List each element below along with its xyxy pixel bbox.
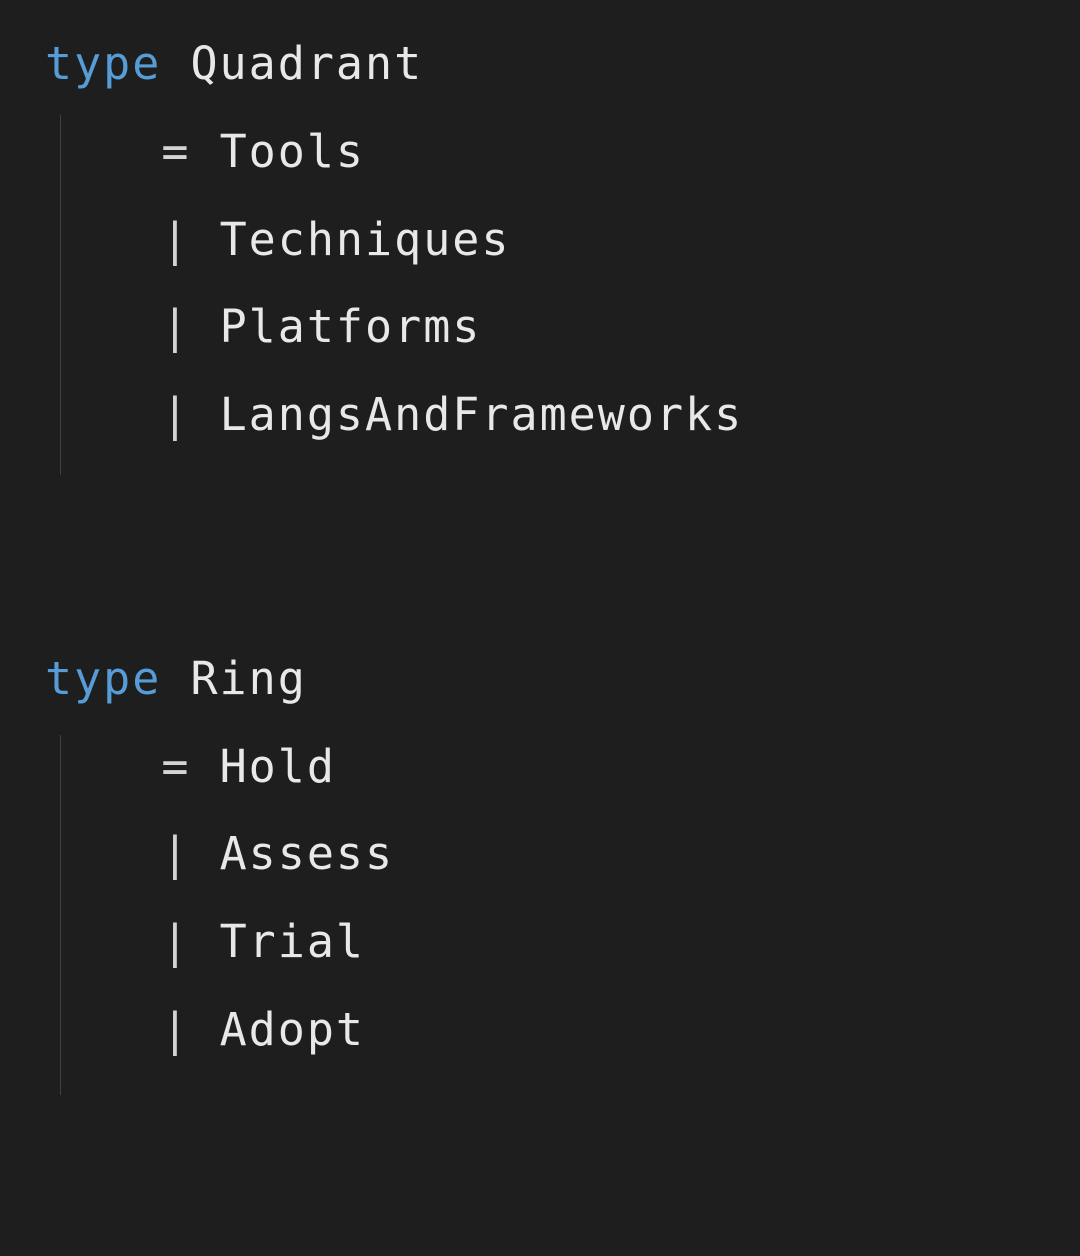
constructor-trial: Trial	[220, 915, 365, 968]
code-line: | Trial	[45, 898, 1080, 986]
code-line: | Adopt	[45, 986, 1080, 1074]
indent-guide-2	[60, 735, 61, 1095]
constructor-tools: Tools	[220, 125, 365, 178]
type-name-ring: Ring	[190, 652, 306, 705]
code-line: | Assess	[45, 810, 1080, 898]
keyword-type: type	[45, 652, 161, 705]
pipe-sign: |	[161, 388, 190, 441]
indent-guide-1	[60, 115, 61, 475]
pipe-sign: |	[161, 827, 190, 880]
code-line: = Hold	[45, 723, 1080, 811]
code-line: | LangsAndFrameworks	[45, 371, 1080, 459]
type-name-quadrant: Quadrant	[190, 37, 423, 90]
equals-sign: =	[161, 125, 190, 178]
equals-sign: =	[161, 740, 190, 793]
pipe-sign: |	[161, 915, 190, 968]
pipe-sign: |	[161, 213, 190, 266]
blank-line	[45, 459, 1080, 547]
constructor-adopt: Adopt	[220, 1003, 365, 1056]
constructor-hold: Hold	[220, 740, 336, 793]
code-editor[interactable]: type Quadrant = Tools | Techniques | Pla…	[0, 20, 1080, 1074]
code-line: = Tools	[45, 108, 1080, 196]
constructor-techniques: Techniques	[220, 213, 511, 266]
constructor-langsandframeworks: LangsAndFrameworks	[220, 388, 744, 441]
keyword-type: type	[45, 37, 161, 90]
code-line: type Ring	[45, 635, 1080, 723]
code-line: | Platforms	[45, 283, 1080, 371]
blank-line	[45, 547, 1080, 635]
constructor-assess: Assess	[220, 827, 395, 880]
pipe-sign: |	[161, 300, 190, 353]
constructor-platforms: Platforms	[220, 300, 482, 353]
pipe-sign: |	[161, 1003, 190, 1056]
code-line: | Techniques	[45, 196, 1080, 284]
code-line: type Quadrant	[45, 20, 1080, 108]
